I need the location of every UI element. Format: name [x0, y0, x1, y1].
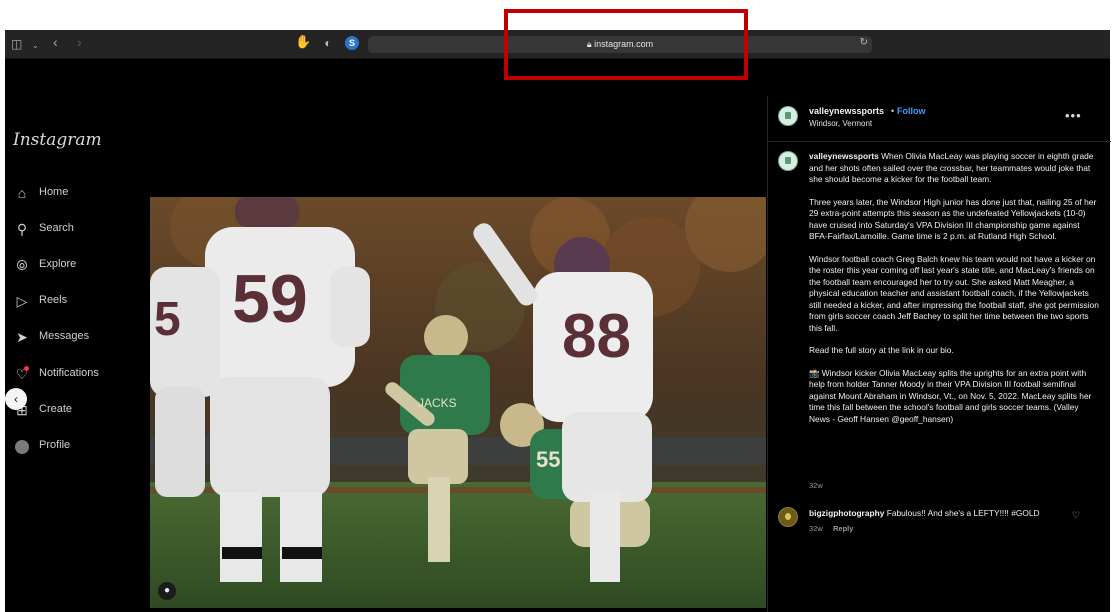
caption-paragraph-5: 📸 Windsor kicker Olivia MacLeay splits t…: [809, 367, 1092, 424]
separator-dot: •: [891, 106, 895, 116]
commenter-avatar[interactable]: [778, 507, 798, 527]
author-username[interactable]: valleynewssports: [809, 106, 884, 116]
nav-item-messages[interactable]: ➤ Messages: [13, 328, 143, 346]
annotation-highlight-box: [504, 9, 748, 80]
comment-timestamp[interactable]: 32w: [809, 524, 823, 533]
caption-author-avatar[interactable]: [778, 151, 798, 171]
profile-avatar: [13, 437, 31, 455]
nav-item-home[interactable]: ⌂ Home: [13, 184, 143, 202]
nav-label-reels: Reels: [39, 294, 68, 306]
nav-item-create[interactable]: ⊞ Create: [13, 401, 143, 419]
comment: bigzigphotography Fabulous!! And she's a…: [809, 508, 1069, 519]
post-details-panel: valleynewssports • Follow Windsor, Vermo…: [767, 96, 1111, 612]
jersey-number-88: 88: [562, 302, 631, 371]
post-header: valleynewssports • Follow Windsor, Vermo…: [768, 96, 1111, 142]
caption-timestamp[interactable]: 32w: [809, 481, 823, 490]
screenshot-stage: ◫ ⌄ ‹ › ✋ ◐ S 🔒︎ instagram.com ↻ Instagr…: [0, 0, 1115, 612]
forward-arrow-icon[interactable]: ›: [77, 34, 82, 50]
svg-text:JACKS: JACKS: [418, 396, 457, 410]
nav-label-profile: Profile: [39, 439, 71, 451]
jersey-number-5: 5: [154, 293, 181, 346]
football-kick-photo: 59 5 JACKS 55 88: [150, 197, 766, 608]
nav-item-explore[interactable]: ⦾ Explore: [13, 256, 143, 274]
search-icon: ⚲: [16, 221, 28, 237]
follow-button[interactable]: Follow: [897, 106, 926, 116]
shield-icon[interactable]: ◐: [321, 36, 335, 50]
jersey-number-59: 59: [232, 261, 308, 337]
caption-paragraph-2: Three years later, the Windsor High juni…: [809, 196, 1097, 242]
caption-paragraph-4: Read the full story at the link in our b…: [809, 345, 954, 355]
caption-username[interactable]: valleynewssports: [809, 151, 879, 161]
nav-label-explore: Explore: [39, 258, 77, 270]
paper-plane-icon: ➤: [16, 329, 28, 345]
nav-item-profile[interactable]: Profile: [13, 437, 143, 455]
comment-username[interactable]: bigzigphotography: [809, 508, 884, 518]
chevron-down-icon[interactable]: ⌄: [32, 38, 39, 54]
sidebar-icon[interactable]: ◫: [11, 36, 22, 52]
nav-label-messages: Messages: [39, 330, 90, 342]
nav-item-search[interactable]: ⚲ Search: [13, 220, 143, 238]
nav-label-search: Search: [39, 222, 74, 234]
reply-button[interactable]: Reply: [833, 524, 853, 533]
extension-hand-icon[interactable]: ✋: [295, 35, 311, 49]
nav-label-home: Home: [39, 186, 69, 198]
notification-dot: [24, 366, 29, 371]
compass-icon: ⦾: [16, 257, 28, 273]
tagged-people-button[interactable]: ●: [158, 582, 176, 600]
previous-post-button[interactable]: ‹: [5, 388, 27, 410]
reels-icon: ▷: [16, 293, 28, 309]
reload-icon[interactable]: ↻: [860, 37, 868, 48]
nav-item-notifications[interactable]: ♡ Notifications: [13, 365, 143, 383]
more-options-icon[interactable]: •••: [1065, 108, 1082, 123]
nav-label-notifications: Notifications: [39, 367, 99, 379]
caption-paragraph-3: Windsor football coach Greg Balch knew h…: [809, 253, 1099, 333]
post-location[interactable]: Windsor, Vermont: [809, 119, 872, 128]
instagram-logo[interactable]: Instagram: [13, 130, 102, 150]
comment-like-heart-icon[interactable]: ♡: [1072, 510, 1080, 521]
author-avatar[interactable]: [778, 106, 798, 126]
jersey-number-55: 55: [536, 447, 560, 472]
post-caption: valleynewssports When Olivia MacLeay was…: [809, 151, 1099, 436]
instagram-sidebar: Instagram ⌂ Home ⚲ Search ⦾ Explore ▷ Re…: [5, 60, 150, 612]
home-icon: ⌂: [17, 185, 27, 201]
extension-s-icon[interactable]: S: [345, 36, 359, 50]
comment-text: Fabulous!! And she's a LEFTY!!!! #GOLD: [886, 508, 1040, 518]
nav-item-reels[interactable]: ▷ Reels: [13, 292, 143, 310]
back-arrow-icon[interactable]: ‹: [53, 34, 58, 50]
nav-label-create: Create: [39, 403, 73, 415]
post-photo[interactable]: 59 5 JACKS 55 88: [150, 197, 766, 608]
